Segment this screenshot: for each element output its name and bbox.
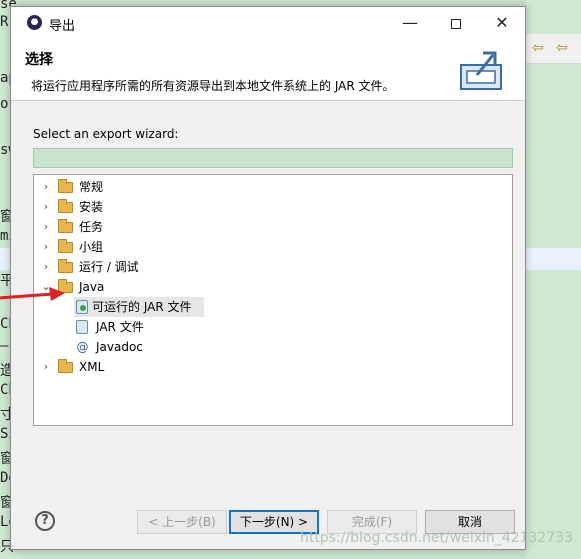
minimize-icon: —	[402, 13, 418, 32]
export-dialog: 导出 — ✕ 选择 将运行应用程序所需的所有资源导出到本地文件系统上的 JAR …	[0, 6, 526, 550]
title-bar: 导出 — ✕	[11, 7, 525, 39]
close-icon: ✕	[495, 13, 509, 32]
chevron-right-icon[interactable]: ›	[40, 197, 52, 217]
wizard-tree: › 常规 › 安装 › 任务 › 小组 › 运行 / 调试 ⌄ Java 可运行…	[33, 174, 513, 426]
javadoc-icon: @	[76, 340, 89, 354]
export-wizard-label: Select an export wizard:	[33, 127, 179, 141]
folder-icon	[58, 359, 73, 373]
minimize-button[interactable]: —	[387, 7, 433, 39]
wizard-header: 选择 将运行应用程序所需的所有资源导出到本地文件系统上的 JAR 文件。	[11, 39, 525, 101]
red-arrow-annotation-icon	[0, 287, 65, 301]
tree-item-label: 常规	[79, 180, 104, 194]
folder-icon	[58, 239, 73, 253]
chevron-right-icon[interactable]: ›	[40, 217, 52, 237]
tree-item-javadoc[interactable]: @ Javadoc	[74, 337, 204, 357]
folder-icon	[58, 259, 73, 273]
tree-item-label: 安装	[79, 200, 104, 214]
maximize-icon	[451, 18, 461, 29]
tree-item-label: 小组	[79, 240, 104, 254]
folder-icon	[58, 219, 73, 233]
tree-item-xml[interactable]: › XML	[34, 357, 512, 377]
tree-item-java[interactable]: ⌄ Java	[34, 277, 512, 297]
maximize-button[interactable]	[433, 7, 479, 39]
window-title: 导出	[49, 19, 76, 34]
tree-item-run-debug[interactable]: › 运行 / 调试	[34, 257, 512, 277]
export-wizard-icon	[460, 51, 502, 90]
toolbar-nav-icon[interactable]: ⇦	[532, 40, 544, 56]
tree-item-install[interactable]: › 安装	[34, 197, 512, 217]
tree-item-tasks[interactable]: › 任务	[34, 217, 512, 237]
watermark: https://blog.csdn.net/weixin_42132733	[300, 530, 574, 546]
chevron-right-icon[interactable]: ›	[40, 237, 52, 257]
back-button[interactable]: < 上一步(B)	[137, 510, 227, 534]
help-icon[interactable]: ?	[35, 511, 55, 531]
page-description: 将运行应用程序所需的所有资源导出到本地文件系统上的 JAR 文件。	[31, 79, 395, 93]
tree-item-jar-file[interactable]: JAR 文件	[74, 317, 204, 337]
tree-item-label: Javadoc	[96, 340, 143, 354]
tree-item-general[interactable]: › 常规	[34, 177, 512, 197]
chevron-right-icon[interactable]: ›	[40, 257, 52, 277]
folder-icon	[58, 179, 73, 193]
tree-item-label: JAR 文件	[96, 320, 144, 334]
tree-item-label: 可运行的 JAR 文件	[92, 300, 192, 314]
filter-input[interactable]	[33, 148, 513, 168]
jar-icon	[76, 320, 88, 334]
page-title: 选择	[25, 52, 53, 68]
background-toolbar: ⇦ ⇦	[526, 34, 581, 64]
close-button[interactable]: ✕	[479, 7, 525, 39]
tree-item-label: Java	[79, 280, 105, 294]
folder-icon	[58, 199, 73, 213]
tree-item-team[interactable]: › 小组	[34, 237, 512, 257]
editor-line: —	[0, 338, 9, 354]
eclipse-icon	[27, 15, 42, 30]
editor-highlight-line	[526, 248, 581, 270]
tree-item-label: 运行 / 调试	[79, 260, 139, 274]
back-arrow-icon[interactable]: ⇦	[556, 40, 568, 56]
tree-item-runnable-jar[interactable]: 可运行的 JAR 文件	[74, 297, 204, 317]
chevron-right-icon[interactable]: ›	[40, 357, 52, 377]
runnable-jar-icon	[76, 300, 88, 314]
background-panel	[526, 0, 581, 559]
tree-item-label: XML	[79, 360, 105, 374]
chevron-right-icon[interactable]: ›	[40, 177, 52, 197]
tree-item-label: 任务	[79, 220, 104, 234]
